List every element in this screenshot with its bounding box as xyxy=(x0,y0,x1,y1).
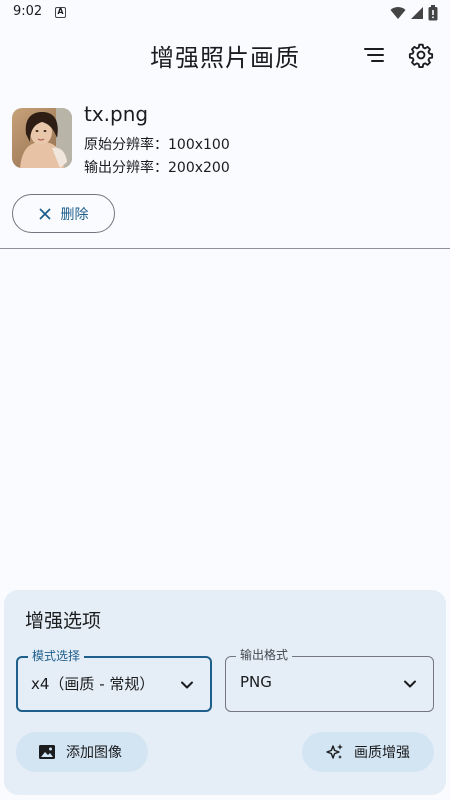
enhance-options-panel: 增强选项 模式选择 x4（画质 - 常规） 输出格式 PNG 添加图像 画质增强 xyxy=(4,590,446,795)
close-icon xyxy=(39,208,50,219)
image-thumbnail[interactable] xyxy=(12,108,72,168)
original-resolution: 原始分辨率：100x100 xyxy=(84,137,230,153)
status-bar: 9:02 A xyxy=(0,0,450,26)
panel-title: 增强选项 xyxy=(25,610,102,632)
sort-button[interactable] xyxy=(358,39,390,71)
file-name: tx.png xyxy=(84,102,149,126)
enhance-button[interactable]: 画质增强 xyxy=(302,732,434,772)
status-icons xyxy=(390,5,438,21)
mode-select[interactable]: 模式选择 x4（画质 - 常规） xyxy=(16,649,212,712)
add-image-label: 添加图像 xyxy=(66,745,122,761)
notification-icon: A xyxy=(55,7,66,18)
format-select[interactable]: 输出格式 PNG xyxy=(225,648,434,712)
sort-icon xyxy=(364,48,384,62)
mode-select-label: 模式选择 xyxy=(28,649,85,663)
delete-button[interactable]: 删除 xyxy=(12,194,115,233)
battery-icon xyxy=(428,5,438,21)
mode-select-value: x4（画质 - 常规） xyxy=(31,675,155,693)
delete-button-label: 删除 xyxy=(60,206,89,223)
signal-icon xyxy=(411,7,423,19)
portrait-thumbnail-image xyxy=(12,108,72,168)
sparkle-icon xyxy=(326,744,343,759)
chevron-down-icon xyxy=(181,681,193,689)
chevron-down-icon xyxy=(404,680,416,688)
add-image-button[interactable]: 添加图像 xyxy=(16,732,148,772)
output-resolution: 输出分辨率：200x200 xyxy=(84,160,230,176)
settings-button[interactable] xyxy=(405,39,437,71)
settings-icon xyxy=(408,43,434,68)
divider xyxy=(0,248,450,249)
app-screen: 9:02 A 增强照片画质 tx.png 原始分辨率：100x100 输出分辨率… xyxy=(0,0,450,800)
format-select-value: PNG xyxy=(240,673,272,691)
format-select-label: 输出格式 xyxy=(236,648,293,662)
enhance-label: 画质增强 xyxy=(354,745,410,761)
wifi-icon xyxy=(390,7,406,20)
image-icon xyxy=(39,745,55,759)
status-time: 9:02 xyxy=(13,4,43,19)
